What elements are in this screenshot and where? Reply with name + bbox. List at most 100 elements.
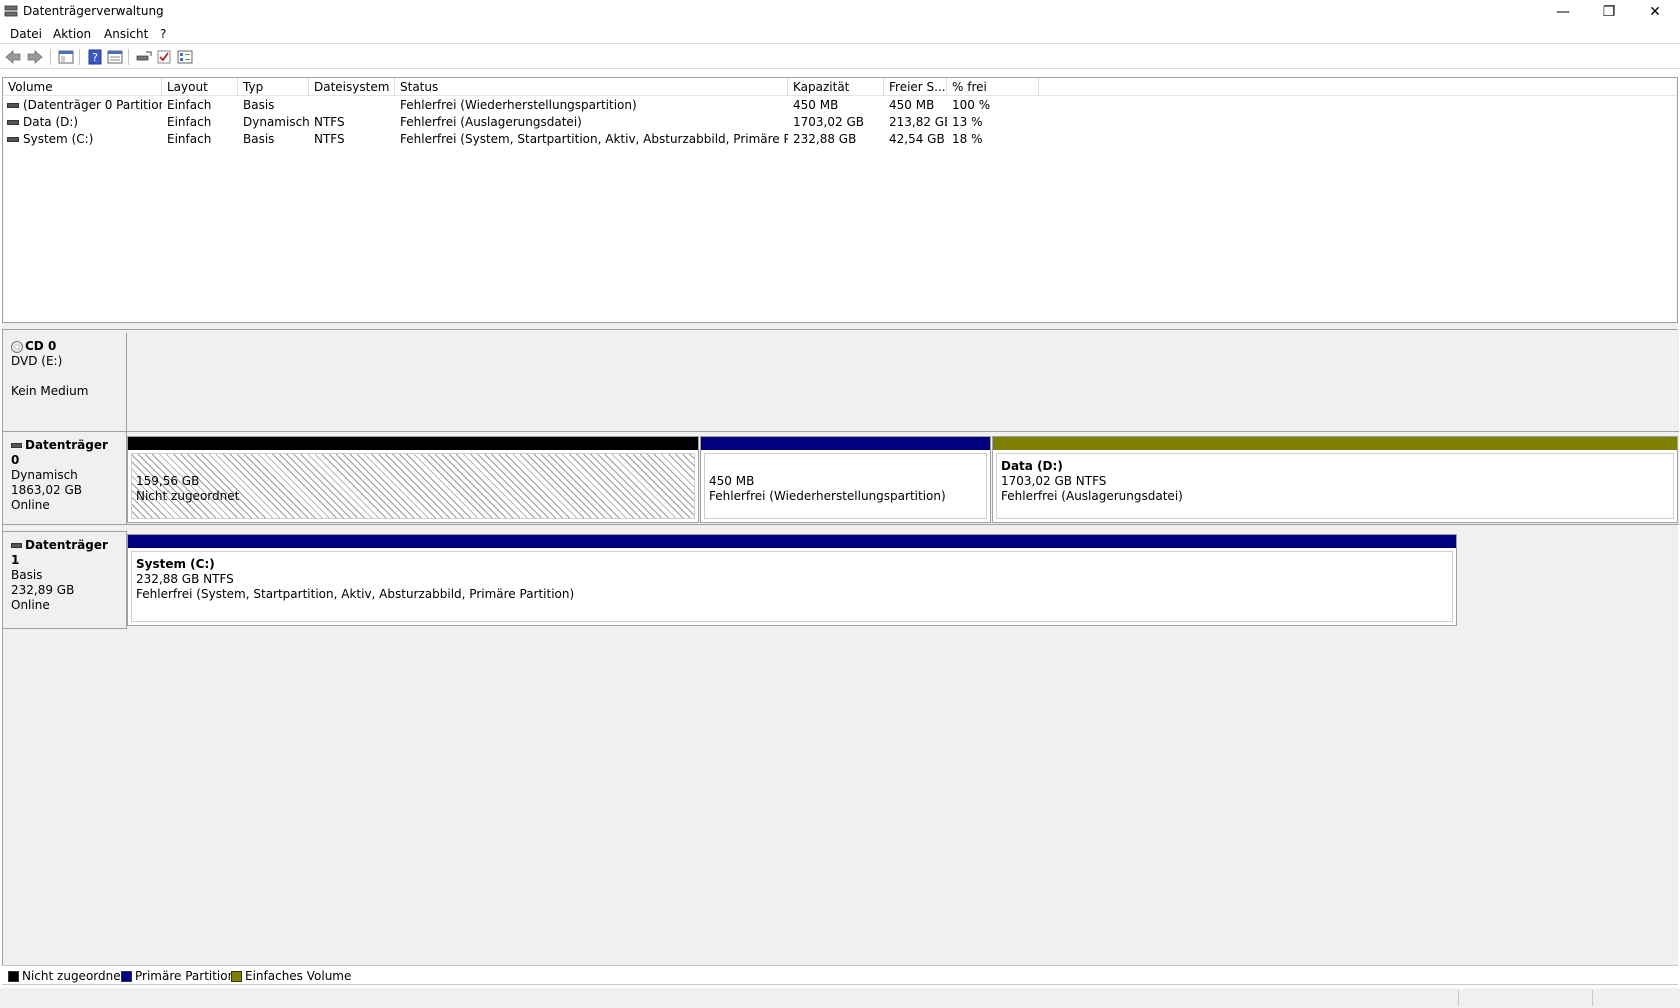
cell-typ: Basis — [243, 98, 275, 112]
settings-list-button[interactable] — [176, 48, 194, 66]
partition-unallocated[interactable]: 159,56 GB Nicht zugeordnet — [127, 436, 699, 523]
disk-connect-icon — [136, 51, 152, 61]
partition-size: 1703,02 GB NTFS — [1001, 474, 1107, 488]
status-divider — [1592, 990, 1593, 1006]
column-header-kapazitaet[interactable]: Kapazität — [788, 78, 884, 96]
disk-name: Datenträger 1 — [11, 538, 108, 567]
window-title: Datenträgerverwaltung — [23, 4, 164, 18]
cell-freier-speicher: 450 MB — [889, 98, 935, 112]
column-header-status[interactable]: Status — [395, 78, 788, 96]
disk-state: Online — [11, 598, 50, 612]
table-row[interactable]: (Datenträger 0 Partition 2) Einfach Basi… — [3, 97, 1677, 114]
legend-label: Einfaches Volume — [245, 969, 352, 983]
partition-bar-primary — [128, 535, 1456, 548]
cell-volume: (Datenträger 0 Partition 2) — [23, 98, 162, 112]
legend-swatch — [8, 970, 19, 982]
hard-disk-icon — [11, 443, 22, 448]
back-button[interactable] — [4, 48, 22, 66]
toolbar: ? — [0, 45, 1680, 69]
menu-bar: Datei Aktion Ansicht ? — [0, 24, 1680, 44]
connect-disk-button[interactable] — [135, 48, 153, 66]
disk-type: Dynamisch — [11, 468, 78, 482]
legend-item-simple: Einfaches Volume — [231, 969, 351, 983]
properties-button[interactable] — [106, 48, 124, 66]
column-header-typ[interactable]: Typ — [238, 78, 309, 96]
menu-datei[interactable]: Datei — [10, 27, 42, 41]
cell-kapazitaet: 232,88 GB — [793, 132, 857, 146]
cell-volume: Data (D:) — [23, 115, 79, 129]
disk-label-disk1[interactable]: Datenträger 1 Basis 232,89 GB Online — [3, 531, 127, 629]
minimize-icon: — — [1556, 4, 1570, 20]
legend-item-primary: Primäre Partition — [121, 969, 235, 983]
restore-button[interactable]: ❐ — [1586, 0, 1632, 24]
cell-freier-speicher: 42,54 GB — [889, 132, 945, 146]
settings-list-icon — [177, 50, 193, 64]
cell-dateisystem: NTFS — [314, 132, 345, 146]
partition-status: Fehlerfrei (Wiederherstellungspartition) — [709, 489, 946, 503]
column-header-layout[interactable]: Layout — [162, 78, 238, 96]
cell-freier-speicher: 213,82 GB — [889, 115, 947, 129]
forward-button[interactable] — [26, 48, 44, 66]
disk-size: 232,89 GB — [11, 583, 75, 597]
partition-data-d[interactable]: Data (D:) 1703,02 GB NTFS Fehlerfrei (Au… — [992, 436, 1678, 523]
cell-prozent-frei: 13 % — [952, 115, 983, 129]
menu-help[interactable]: ? — [160, 27, 166, 41]
legend-swatch — [121, 970, 132, 982]
cell-typ: Basis — [243, 132, 275, 146]
partition-size: 232,88 GB NTFS — [136, 572, 234, 586]
partition-size: 450 MB — [709, 474, 755, 488]
volume-list: Volume Layout Typ Dateisystem Status Kap… — [2, 77, 1678, 323]
disk-drive-letter: DVD (E:) — [11, 354, 63, 368]
toolbar-separator — [79, 49, 80, 65]
cell-dateisystem: NTFS — [314, 115, 345, 129]
svg-text:?: ? — [92, 51, 98, 64]
cell-layout: Einfach — [167, 115, 212, 129]
hard-disk-icon — [11, 543, 22, 548]
column-header-dateisystem[interactable]: Dateisystem — [309, 78, 395, 96]
cell-layout: Einfach — [167, 98, 212, 112]
cell-dateisystem — [309, 97, 395, 114]
cell-prozent-frei: 100 % — [952, 98, 991, 112]
legend-label: Primäre Partition — [135, 969, 236, 983]
disk-label-disk0[interactable]: Datenträger 0 Dynamisch 1863,02 GB Onlin… — [3, 432, 127, 525]
partition-body: System (C:) 232,88 GB NTFS Fehlerfrei (S… — [131, 551, 1453, 622]
disk-size: 1863,02 GB — [11, 483, 82, 497]
column-header-prozent-frei[interactable]: % frei — [947, 78, 1039, 96]
pane-splitter[interactable] — [2, 323, 1678, 330]
partition-body: Data (D:) 1703,02 GB NTFS Fehlerfrei (Au… — [996, 453, 1674, 519]
partition-body: 450 MB Fehlerfrei (Wiederherstellungspar… — [704, 453, 987, 519]
partition-recovery[interactable]: 450 MB Fehlerfrei (Wiederherstellungspar… — [700, 436, 991, 523]
close-button[interactable]: ✕ — [1632, 0, 1678, 24]
cell-prozent-frei: 18 % — [952, 132, 983, 146]
show-hide-console-tree-button[interactable] — [57, 48, 75, 66]
toolbar-separator — [128, 49, 129, 65]
help-button[interactable]: ? — [86, 48, 104, 66]
console-tree-icon — [58, 50, 74, 64]
disk-graph-view: CD 0 DVD (E:) Kein Medium Datenträger 0 … — [2, 330, 1679, 978]
partition-bar-primary — [701, 437, 990, 450]
arrow-right-icon — [27, 50, 43, 64]
list-header: Volume Layout Typ Dateisystem Status Kap… — [3, 78, 1677, 96]
cell-typ: Dynamisch — [243, 115, 309, 129]
checkmark-icon — [157, 50, 171, 64]
partition-system-c[interactable]: System (C:) 232,88 GB NTFS Fehlerfrei (S… — [127, 534, 1457, 626]
status-divider — [1458, 990, 1459, 1006]
minimize-button[interactable]: — — [1540, 0, 1586, 24]
properties-icon — [107, 50, 123, 64]
help-icon: ? — [88, 49, 102, 65]
column-header-freier-speicher[interactable]: Freier S... — [884, 78, 947, 96]
cd-drive-icon — [11, 340, 23, 353]
disk-label-cd0[interactable]: CD 0 DVD (E:) Kein Medium — [3, 333, 127, 432]
cell-status: Fehlerfrei (Wiederherstellungspartition) — [400, 98, 637, 112]
menu-ansicht[interactable]: Ansicht — [104, 27, 148, 41]
table-row[interactable]: System (C:) Einfach Basis NTFS Fehlerfre… — [3, 131, 1677, 148]
table-row[interactable]: Data (D:) Einfach Dynamisch NTFS Fehlerf… — [3, 114, 1677, 131]
column-header-volume[interactable]: Volume — [3, 78, 162, 96]
check-button[interactable] — [155, 48, 173, 66]
legend-item-unallocated: Nicht zugeordnet — [8, 969, 125, 983]
disk-line-blank — [11, 369, 118, 384]
status-bar — [0, 988, 1680, 1008]
partition-size: 159,56 GB — [136, 474, 200, 488]
title-bar: Datenträgerverwaltung — ❐ ✕ — [0, 0, 1680, 24]
menu-aktion[interactable]: Aktion — [53, 27, 91, 41]
